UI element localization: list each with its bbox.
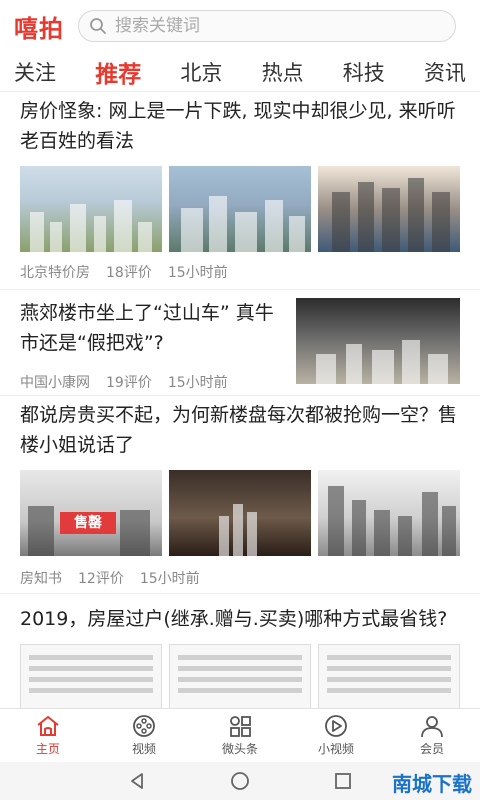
nav-label: 主页 bbox=[35, 742, 60, 756]
article-image[interactable] bbox=[20, 166, 162, 252]
article-image[interactable] bbox=[318, 470, 460, 556]
article-card[interactable]: 2019，房屋过户(继承.赠与.买卖)哪种方式最省钱? bbox=[0, 594, 480, 708]
article-time: 15小时前 bbox=[167, 375, 228, 391]
article-title[interactable]: 房价怪象: 网上是一片下跌, 现实中却很少见, 来听听老百姓的看法 bbox=[20, 96, 460, 156]
article-comments: 18评价 bbox=[106, 265, 152, 281]
tab-keji[interactable]: 科技 bbox=[343, 57, 385, 87]
watermark-logo: 南城下载 bbox=[392, 772, 472, 796]
article-image[interactable] bbox=[169, 644, 311, 708]
nav-label: 小视频 bbox=[317, 742, 354, 756]
bottom-nav: 主页 视频 微头条 小视频 会员 bbox=[0, 708, 480, 762]
article-card[interactable]: 燕郊楼市坐上了“过山车” 真牛市还是“假把戏”? 中国小康网 19评价 15小时… bbox=[0, 290, 480, 396]
article-title[interactable]: 燕郊楼市坐上了“过山车” 真牛市还是“假把戏”? bbox=[20, 298, 282, 358]
article-title[interactable]: 2019，房屋过户(继承.赠与.买卖)哪种方式最省钱? bbox=[20, 604, 460, 634]
nav-video[interactable]: 视频 bbox=[96, 709, 192, 762]
article-meta: 北京特价房 18评价 15小时前 bbox=[20, 262, 460, 282]
grid-icon bbox=[230, 716, 251, 737]
home-circle-icon[interactable] bbox=[229, 770, 251, 792]
nav-label: 视频 bbox=[131, 742, 156, 756]
article-time: 15小时前 bbox=[139, 571, 200, 587]
app-header: 嘻拍 bbox=[0, 0, 480, 52]
nav-label: 微头条 bbox=[221, 742, 258, 756]
user-icon bbox=[421, 716, 443, 738]
recents-icon[interactable] bbox=[333, 771, 353, 791]
app-logo[interactable]: 嘻拍 bbox=[14, 9, 64, 44]
article-image[interactable] bbox=[169, 166, 311, 252]
article-comments: 19评价 bbox=[106, 375, 152, 391]
nav-micro-headline[interactable]: 微头条 bbox=[192, 709, 288, 762]
category-tabs: 关注 推荐 北京 热点 科技 资讯 bbox=[0, 52, 480, 92]
sold-out-sign: 售罄 bbox=[60, 512, 116, 534]
article-source[interactable]: 房知书 bbox=[20, 568, 62, 588]
article-meta: 中国小康网 19评价 15小时前 bbox=[20, 372, 282, 392]
search-bar[interactable] bbox=[78, 10, 456, 42]
article-image[interactable] bbox=[296, 298, 460, 384]
search-input[interactable] bbox=[115, 16, 415, 36]
tab-tuijian[interactable]: 推荐 bbox=[95, 55, 141, 89]
search-icon bbox=[90, 18, 106, 34]
article-source[interactable]: 北京特价房 bbox=[20, 262, 90, 282]
tab-zixun[interactable]: 资讯 bbox=[424, 57, 466, 87]
nav-home[interactable]: 主页 bbox=[0, 709, 96, 762]
tab-guanzhu[interactable]: 关注 bbox=[14, 57, 56, 87]
nav-member[interactable]: 会员 bbox=[384, 709, 480, 762]
article-image[interactable] bbox=[169, 470, 311, 556]
article-card[interactable]: 房价怪象: 网上是一片下跌, 现实中却很少见, 来听听老百姓的看法 北京特价房 … bbox=[0, 92, 480, 290]
tab-redian[interactable]: 热点 bbox=[262, 57, 304, 87]
article-source[interactable]: 中国小康网 bbox=[20, 372, 90, 392]
nav-label: 会员 bbox=[419, 742, 444, 756]
article-comments: 12评价 bbox=[78, 571, 124, 587]
tab-beijing[interactable]: 北京 bbox=[180, 57, 222, 87]
film-reel-icon bbox=[133, 715, 155, 737]
article-image[interactable] bbox=[318, 644, 460, 708]
article-meta: 房知书 12评价 15小时前 bbox=[20, 568, 460, 588]
article-image[interactable] bbox=[20, 644, 162, 708]
article-image[interactable] bbox=[318, 166, 460, 252]
nav-short-video[interactable]: 小视频 bbox=[288, 709, 384, 762]
article-time: 15小时前 bbox=[167, 265, 228, 281]
article-title[interactable]: 都说房贵买不起，为何新楼盘每次都被抢购一空？售楼小姐说话了 bbox=[20, 400, 460, 460]
play-circle-icon bbox=[325, 715, 347, 737]
article-card[interactable]: 都说房贵买不起，为何新楼盘每次都被抢购一空？售楼小姐说话了 售罄 房知书 12评… bbox=[0, 396, 480, 594]
back-icon[interactable] bbox=[127, 771, 147, 791]
article-image[interactable]: 售罄 bbox=[20, 470, 162, 556]
news-feed[interactable]: 房价怪象: 网上是一片下跌, 现实中却很少见, 来听听老百姓的看法 北京特价房 … bbox=[0, 92, 480, 708]
home-icon bbox=[37, 716, 59, 736]
